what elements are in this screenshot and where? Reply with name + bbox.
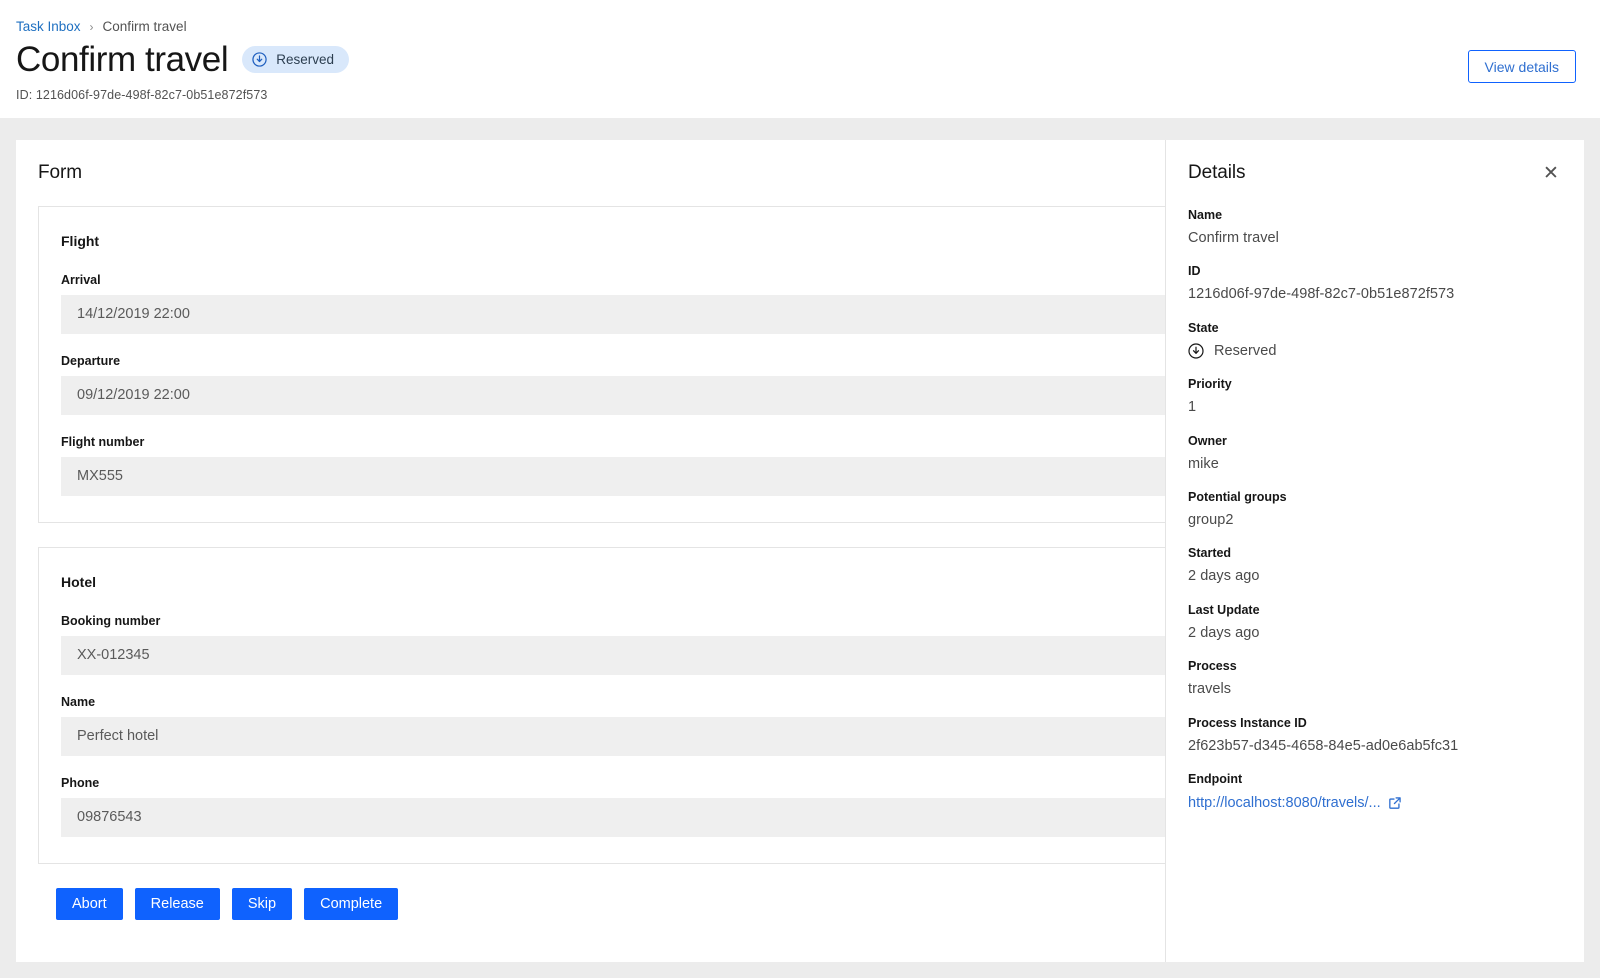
close-icon[interactable]: ✕ <box>1540 162 1562 184</box>
detail-started: Started 2 days ago <box>1188 546 1562 585</box>
status-badge: Reserved <box>242 46 349 73</box>
detail-value-owner: mike <box>1188 456 1562 473</box>
endpoint-link[interactable]: http://localhost:8080/travels/... <box>1188 795 1402 811</box>
detail-label-started: Started <box>1188 546 1562 560</box>
skip-button[interactable]: Skip <box>232 888 292 920</box>
details-title: Details <box>1188 162 1245 184</box>
detail-id: ID 1216d06f-97de-498f-82c7-0b51e872f573 <box>1188 264 1562 303</box>
task-detail-page: Task Inbox › Confirm travel Confirm trav… <box>0 0 1600 978</box>
detail-label-id: ID <box>1188 264 1562 278</box>
detail-value-priority: 1 <box>1188 399 1562 416</box>
body-area: Form Flight Arrival Departure Flight num… <box>0 118 1600 978</box>
detail-priority: Priority 1 <box>1188 377 1562 416</box>
external-link-icon <box>1388 796 1402 810</box>
detail-label-endpoint: Endpoint <box>1188 772 1562 786</box>
detail-process-instance-id: Process Instance ID 2f623b57-d345-4658-8… <box>1188 716 1562 755</box>
detail-label-potential-groups: Potential groups <box>1188 490 1562 504</box>
details-panel: Details ✕ Name Confirm travel ID 1216d06… <box>1165 140 1584 962</box>
detail-value-state-row: Reserved <box>1188 343 1562 360</box>
reserved-circle-arrow-icon <box>252 52 267 67</box>
page-header: Task Inbox › Confirm travel Confirm trav… <box>0 0 1600 118</box>
detail-label-name: Name <box>1188 208 1562 222</box>
view-details-button[interactable]: View details <box>1468 50 1576 83</box>
detail-label-priority: Priority <box>1188 377 1562 391</box>
content-card: Form Flight Arrival Departure Flight num… <box>16 140 1584 962</box>
abort-button[interactable]: Abort <box>56 888 123 920</box>
detail-process: Process travels <box>1188 659 1562 698</box>
chevron-right-icon: › <box>90 21 94 33</box>
task-id-text: ID: 1216d06f-97de-498f-82c7-0b51e872f573 <box>16 88 1576 102</box>
detail-value-name: Confirm travel <box>1188 230 1562 247</box>
status-badge-label: Reserved <box>276 53 334 67</box>
detail-state: State Reserved <box>1188 321 1562 360</box>
details-header: Details ✕ <box>1188 162 1562 184</box>
detail-value-process: travels <box>1188 681 1562 698</box>
detail-endpoint: Endpoint http://localhost:8080/travels/.… <box>1188 772 1562 811</box>
detail-potential-groups: Potential groups group2 <box>1188 490 1562 529</box>
release-button[interactable]: Release <box>135 888 220 920</box>
detail-value-started: 2 days ago <box>1188 568 1562 585</box>
complete-button[interactable]: Complete <box>304 888 398 920</box>
breadcrumb: Task Inbox › Confirm travel <box>16 20 1576 34</box>
title-row: Confirm travel Reserved <box>16 42 1576 79</box>
detail-label-process: Process <box>1188 659 1562 673</box>
form-actions: Abort Release Skip Complete <box>56 888 398 920</box>
reserved-circle-arrow-icon <box>1188 343 1204 359</box>
detail-value-potential-groups: group2 <box>1188 512 1562 529</box>
detail-label-last-update: Last Update <box>1188 603 1562 617</box>
breadcrumb-item-task-inbox[interactable]: Task Inbox <box>16 20 81 34</box>
detail-label-process-instance-id: Process Instance ID <box>1188 716 1562 730</box>
detail-label-owner: Owner <box>1188 434 1562 448</box>
detail-value-state: Reserved <box>1214 343 1276 360</box>
endpoint-link-text: http://localhost:8080/travels/... <box>1188 795 1381 811</box>
detail-last-update: Last Update 2 days ago <box>1188 603 1562 642</box>
detail-owner: Owner mike <box>1188 434 1562 473</box>
detail-value-id: 1216d06f-97de-498f-82c7-0b51e872f573 <box>1188 286 1562 303</box>
detail-name: Name Confirm travel <box>1188 208 1562 247</box>
breadcrumb-item-current: Confirm travel <box>103 20 187 34</box>
detail-label-state: State <box>1188 321 1562 335</box>
detail-value-last-update: 2 days ago <box>1188 625 1562 642</box>
detail-value-process-instance-id: 2f623b57-d345-4658-84e5-ad0e6ab5fc31 <box>1188 738 1562 755</box>
page-title: Confirm travel <box>16 42 228 79</box>
